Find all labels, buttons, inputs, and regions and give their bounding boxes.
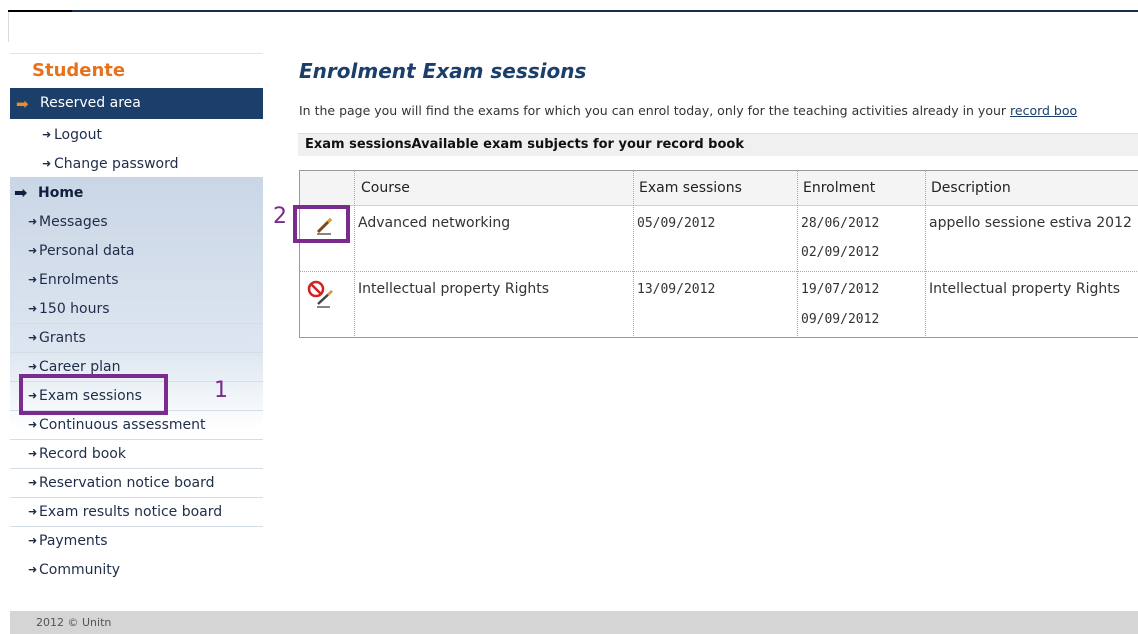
no-enrol-icon bbox=[307, 280, 333, 308]
sidebar-item-label: Community bbox=[39, 562, 121, 578]
sidebar-item-label: Home bbox=[38, 185, 84, 201]
sidebar-item-label: Enrolments bbox=[39, 272, 119, 288]
sidebar-item-label: Continuous assessment bbox=[39, 417, 206, 433]
step-marker-1: 1 bbox=[214, 378, 228, 403]
sidebar-item-label: Personal data bbox=[39, 243, 135, 259]
sidebar-item-grants[interactable]: ➜ Grants bbox=[10, 324, 263, 353]
description-cell: Intellectual property Rights bbox=[929, 281, 1121, 297]
section-heading: Exam sessionsAvailable exam subjects for… bbox=[298, 133, 1138, 156]
arrow-right-icon: ➜ bbox=[28, 302, 38, 315]
column-header-course: Course bbox=[361, 180, 410, 196]
sidebar-item-label: Record book bbox=[39, 446, 126, 462]
arrow-right-icon: ➜ bbox=[28, 534, 38, 547]
column-divider bbox=[354, 171, 355, 338]
sidebar: Studente ➡ Reserved area ➜ Logout ➜ Chan… bbox=[10, 53, 263, 611]
sidebar-item-change-password[interactable]: ➜ Change password bbox=[10, 151, 263, 180]
arrow-right-icon: ➜ bbox=[28, 360, 38, 373]
row-divider bbox=[300, 271, 1138, 272]
sidebar-item-enrolments[interactable]: ➜ Enrolments bbox=[10, 266, 263, 295]
top-rule-accent bbox=[8, 10, 72, 12]
sidebar-item-label: Messages bbox=[39, 214, 108, 230]
arrow-right-icon: ➜ bbox=[28, 563, 38, 576]
arrow-right-icon: ➜ bbox=[28, 244, 38, 257]
sidebar-item-home[interactable]: ➡ Home bbox=[10, 179, 263, 208]
column-divider bbox=[797, 171, 798, 338]
column-header-description: Description bbox=[931, 180, 1011, 196]
sidebar-item-personal-data[interactable]: ➜ Personal data bbox=[10, 237, 263, 266]
arrow-right-icon: ➜ bbox=[28, 331, 38, 344]
sidebar-item-exam-results-notice-board[interactable]: ➜ Exam results notice board bbox=[10, 498, 263, 527]
enrolment-start-date: 19/07/2012 bbox=[801, 282, 880, 297]
arrow-right-icon: ➜ bbox=[28, 418, 38, 431]
sidebar-item-label: Reservation notice board bbox=[39, 475, 215, 491]
course-cell: Advanced networking bbox=[358, 215, 511, 231]
column-header-exam-sessions: Exam sessions bbox=[639, 180, 742, 196]
description-cell: appello sessione estiva 2012 bbox=[929, 215, 1132, 231]
record-book-link[interactable]: record boo bbox=[1010, 103, 1077, 118]
sidebar-header: Studente bbox=[10, 53, 263, 88]
intro-text-body: In the page you will find the exams for … bbox=[299, 103, 1011, 118]
sidebar-item-payments[interactable]: ➜ Payments bbox=[10, 527, 263, 556]
arrow-right-icon: ➜ bbox=[28, 447, 38, 460]
arrow-right-icon: ➡ bbox=[16, 95, 29, 113]
sidebar-item-label: Reserved area bbox=[40, 95, 141, 111]
highlight-box-enrol-icon bbox=[293, 205, 350, 243]
exam-session-date: 05/09/2012 bbox=[637, 216, 716, 231]
sidebar-title: Studente bbox=[32, 60, 126, 81]
sidebar-item-label: 150 hours bbox=[39, 301, 110, 317]
top-rule bbox=[8, 10, 1138, 12]
sidebar-item-label: Payments bbox=[39, 533, 108, 549]
intro-text: In the page you will find the exams for … bbox=[299, 103, 1138, 118]
exam-session-date: 13/09/2012 bbox=[637, 282, 716, 297]
sidebar-item-label: Change password bbox=[54, 156, 179, 172]
column-header-enrolment: Enrolment bbox=[803, 180, 876, 196]
copyright-text: 2012 © Unitn bbox=[36, 616, 112, 629]
arrow-right-icon: ➜ bbox=[42, 157, 52, 170]
page-title: Enrolment Exam sessions bbox=[299, 59, 587, 83]
enrolment-end-date: 09/09/2012 bbox=[801, 312, 880, 327]
left-edge bbox=[8, 12, 9, 42]
sidebar-item-label: Logout bbox=[54, 127, 102, 143]
sidebar-item-community[interactable]: ➜ Community bbox=[10, 556, 263, 585]
column-divider bbox=[633, 171, 634, 338]
arrow-right-icon: ➜ bbox=[28, 505, 38, 518]
arrow-right-icon: ➜ bbox=[42, 128, 52, 141]
highlight-box-exam-sessions bbox=[19, 374, 168, 415]
section-heading-label: Exam sessionsAvailable exam subjects for… bbox=[305, 137, 744, 152]
sidebar-item-150-hours[interactable]: ➜ 150 hours bbox=[10, 295, 263, 324]
arrow-right-icon: ➜ bbox=[28, 476, 38, 489]
sidebar-item-record-book[interactable]: ➜ Record book bbox=[10, 440, 263, 469]
sidebar-item-continuous-assessment[interactable]: ➜ Continuous assessment bbox=[10, 411, 263, 440]
sidebar-item-messages[interactable]: ➜ Messages bbox=[10, 208, 263, 237]
sidebar-item-reserved-area[interactable]: ➡ Reserved area bbox=[10, 88, 263, 119]
arrow-right-icon: ➜ bbox=[28, 215, 38, 228]
arrow-right-icon: ➜ bbox=[28, 273, 38, 286]
step-marker-2: 2 bbox=[273, 204, 287, 229]
enrolment-end-date: 02/09/2012 bbox=[801, 245, 880, 260]
sidebar-item-label: Exam results notice board bbox=[39, 504, 223, 520]
sidebar-item-label: Grants bbox=[39, 330, 86, 346]
sidebar-item-label: Career plan bbox=[39, 359, 121, 375]
column-divider bbox=[925, 171, 926, 338]
enrolment-start-date: 28/06/2012 bbox=[801, 216, 880, 231]
exam-sessions-table: Course Exam sessions Enrolment Descripti… bbox=[299, 170, 1138, 338]
footer: 2012 © Unitn bbox=[10, 611, 1138, 634]
arrow-right-icon: ➡ bbox=[14, 183, 28, 202]
sidebar-item-reservation-notice-board[interactable]: ➜ Reservation notice board bbox=[10, 469, 263, 498]
sidebar-item-logout[interactable]: ➜ Logout bbox=[10, 122, 263, 151]
course-cell: Intellectual property Rights bbox=[358, 281, 550, 297]
